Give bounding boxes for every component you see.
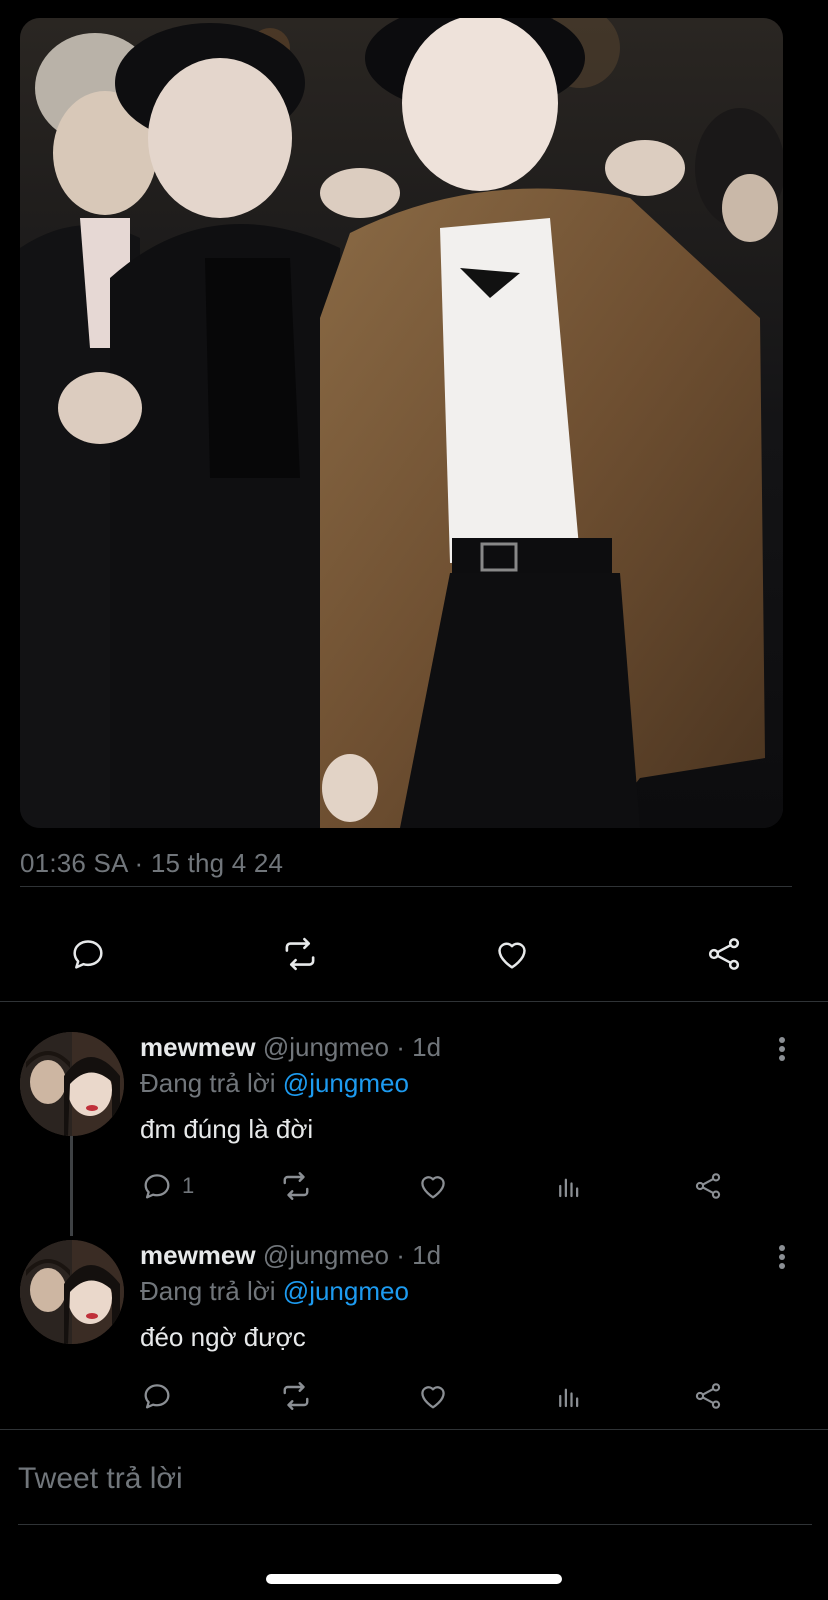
reply-count: 1: [182, 1173, 195, 1198]
replying-to: Đang trả lời @jungmeo: [140, 1068, 409, 1099]
more-options-icon[interactable]: [770, 1242, 794, 1272]
like-icon[interactable]: [416, 1168, 450, 1204]
tweet-detail-screen: 01:36 SA · 15 thg 4 24 mewmew @jungmeo ·…: [0, 0, 828, 1600]
avatar[interactable]: [20, 1240, 124, 1344]
thread-line: [70, 1136, 73, 1236]
reply-button[interactable]: [140, 1378, 182, 1414]
retweet-icon[interactable]: [278, 1168, 314, 1204]
reply-text: đéo ngờ được: [140, 1322, 306, 1352]
separator: ·: [396, 1240, 405, 1270]
like-icon[interactable]: [490, 932, 534, 976]
display-name[interactable]: mewmew: [140, 1240, 256, 1270]
post-age: 1d: [412, 1240, 442, 1270]
tweet-timestamp: 01:36 SA · 15 thg 4 24: [20, 848, 284, 878]
more-options-icon[interactable]: [770, 1034, 794, 1064]
replying-to: Đang trả lời @jungmeo: [140, 1276, 409, 1307]
reply-composer-input[interactable]: Tweet trả lời: [18, 1462, 183, 1496]
photo-illustration: [20, 18, 783, 828]
replying-prefix: Đang trả lời: [140, 1068, 276, 1098]
tweet-photo[interactable]: [20, 18, 783, 828]
home-indicator[interactable]: [266, 1574, 562, 1584]
divider: [0, 1001, 828, 1002]
tweet-action-bar: [0, 920, 828, 986]
replying-prefix: Đang trả lời: [140, 1276, 276, 1306]
retweet-icon[interactable]: [278, 1378, 314, 1414]
display-name[interactable]: mewmew: [140, 1032, 256, 1062]
divider: [20, 886, 792, 887]
share-icon[interactable]: [692, 1378, 724, 1414]
user-handle[interactable]: @jungmeo: [263, 1240, 389, 1270]
divider: [18, 1524, 812, 1525]
mention-link[interactable]: @jungmeo: [283, 1068, 409, 1098]
divider: [0, 1429, 828, 1430]
reply-icon[interactable]: [66, 932, 110, 976]
user-handle[interactable]: @jungmeo: [263, 1032, 389, 1062]
reply-text: đm đúng là đời: [140, 1114, 314, 1144]
share-icon[interactable]: [702, 932, 746, 976]
reply-button[interactable]: 1: [140, 1168, 194, 1204]
analytics-icon[interactable]: [554, 1378, 584, 1414]
avatar[interactable]: [20, 1032, 124, 1136]
share-icon[interactable]: [692, 1168, 724, 1204]
post-age: 1d: [412, 1032, 442, 1062]
reply-header: mewmew @jungmeo · 1d: [140, 1032, 441, 1063]
retweet-icon[interactable]: [278, 932, 322, 976]
analytics-icon[interactable]: [554, 1168, 584, 1204]
reply-icon: [144, 1174, 170, 1199]
like-icon[interactable]: [416, 1378, 450, 1414]
separator: ·: [396, 1032, 405, 1062]
reply-header: mewmew @jungmeo · 1d: [140, 1240, 441, 1271]
mention-link[interactable]: @jungmeo: [283, 1276, 409, 1306]
reply-icon: [144, 1384, 170, 1409]
